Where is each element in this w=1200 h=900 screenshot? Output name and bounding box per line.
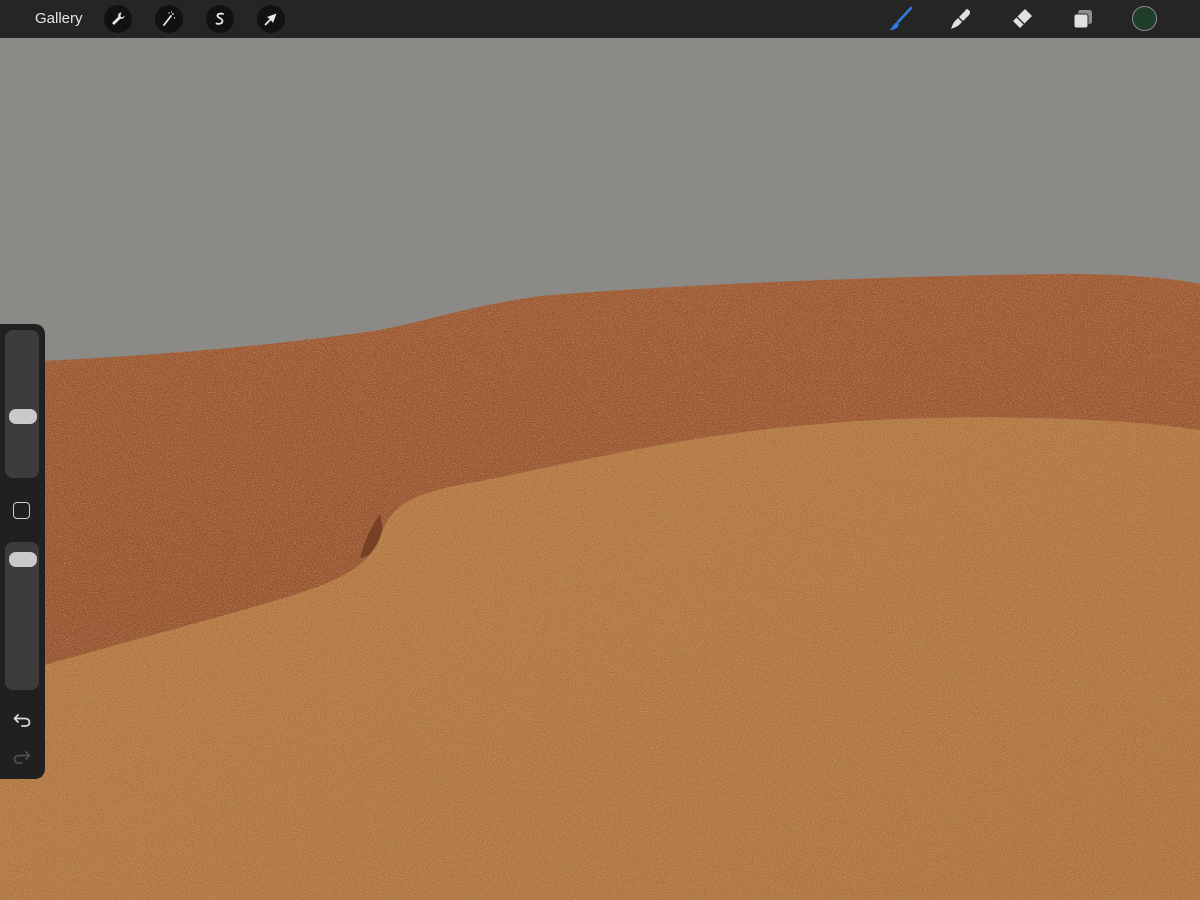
redo-icon xyxy=(13,751,31,764)
undo-button[interactable] xyxy=(10,709,34,731)
left-sidebar xyxy=(0,324,45,779)
gallery-button[interactable]: Gallery xyxy=(35,10,83,28)
procreate-app: Gallery xyxy=(0,0,1200,900)
transform-button[interactable] xyxy=(257,5,285,33)
drawing-canvas[interactable] xyxy=(0,38,1200,900)
wrench-icon xyxy=(112,12,125,25)
brush-size-thumb[interactable] xyxy=(9,409,37,424)
layers-button[interactable] xyxy=(1068,4,1098,34)
adjustments-button[interactable] xyxy=(155,5,183,33)
selection-s-icon xyxy=(215,12,224,25)
modify-button[interactable] xyxy=(13,502,30,519)
top-toolbar: Gallery xyxy=(0,0,1200,38)
brush-size-slider[interactable] xyxy=(5,330,39,478)
eraser-icon xyxy=(1013,9,1032,28)
brush-icon xyxy=(889,6,913,31)
color-picker-button[interactable] xyxy=(1132,6,1157,31)
smudge-icon xyxy=(951,9,971,29)
actions-button[interactable] xyxy=(104,5,132,33)
painting xyxy=(0,38,1200,900)
eraser-tool-button[interactable] xyxy=(1007,4,1037,34)
opacity-thumb[interactable] xyxy=(9,552,37,568)
selection-button[interactable] xyxy=(206,5,234,33)
redo-button[interactable] xyxy=(10,746,34,768)
brush-tool-button[interactable] xyxy=(885,4,915,34)
layers-icon xyxy=(1073,10,1092,29)
opacity-slider[interactable] xyxy=(5,542,39,690)
magic-wand-icon xyxy=(163,11,176,26)
smudge-tool-button[interactable] xyxy=(946,4,976,34)
arrow-cursor-icon xyxy=(264,13,277,26)
undo-icon xyxy=(13,714,31,727)
